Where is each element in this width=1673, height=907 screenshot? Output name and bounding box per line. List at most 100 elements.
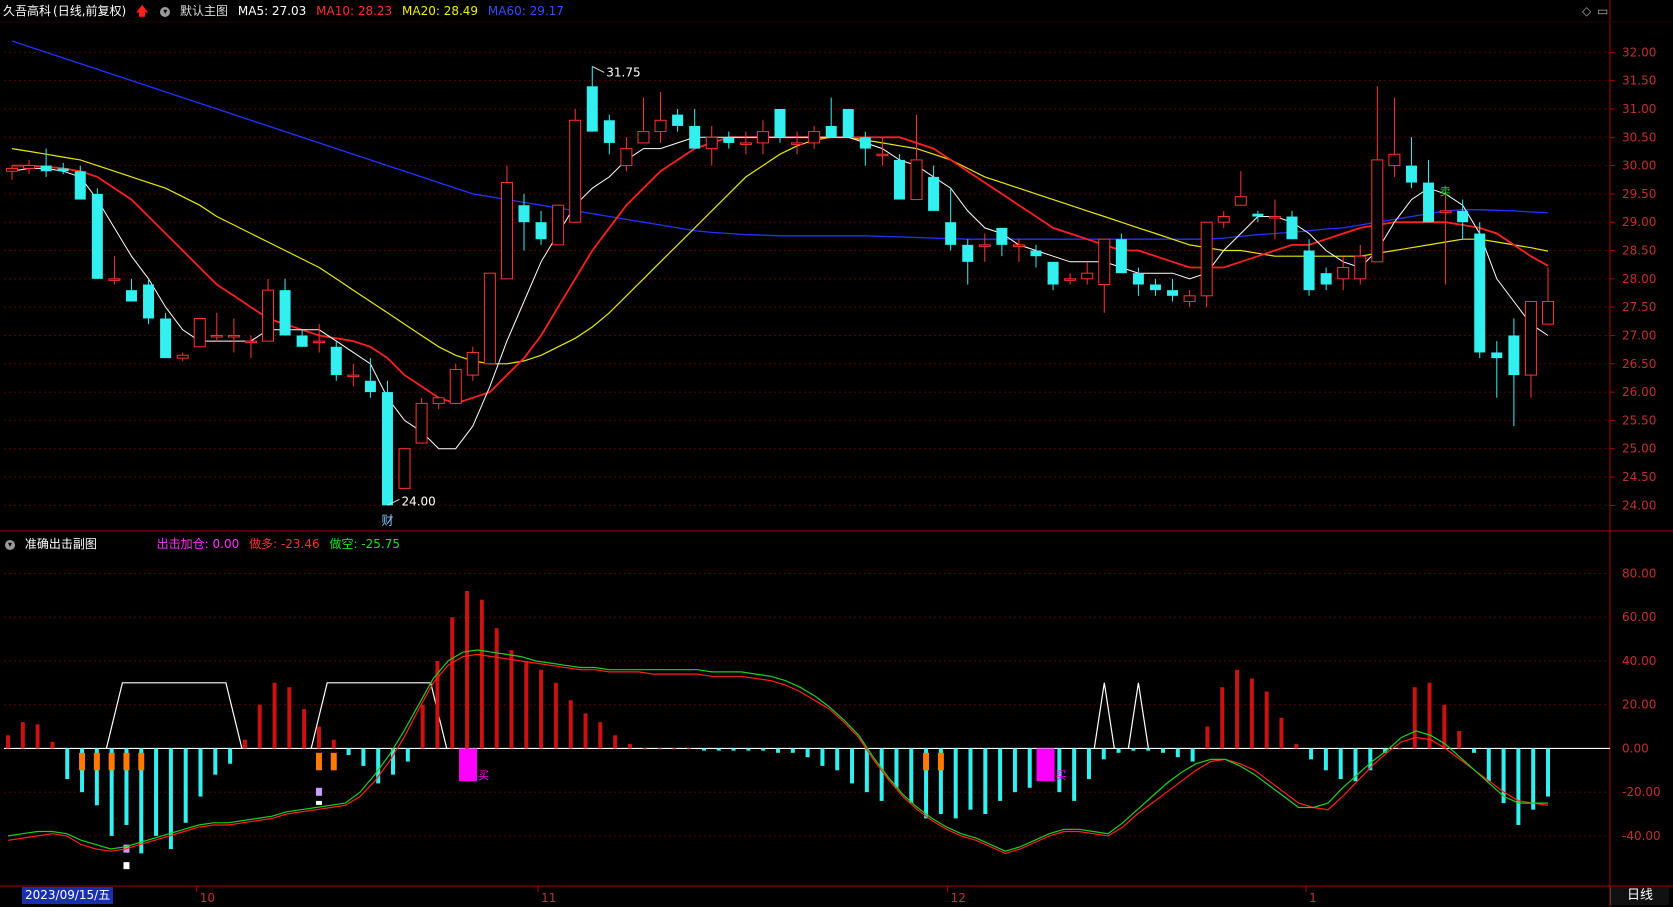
candle-body-down: [1474, 233, 1486, 353]
sub-bar: [761, 748, 766, 751]
candle-body-down: [603, 120, 615, 143]
candle-body-down: [160, 318, 172, 359]
sub-bar: [731, 748, 736, 751]
candle-body-down: [364, 380, 376, 393]
sub-bar: [183, 748, 188, 823]
sub-bar: [1264, 691, 1269, 749]
candle-body-up: [466, 351, 479, 376]
candle-body-up: [1200, 221, 1213, 297]
sub-bar: [35, 724, 40, 749]
candle-body-up: [1098, 238, 1111, 285]
signal-step-line: [310, 682, 448, 749]
high-label: 31.75: [606, 65, 640, 79]
sub-bar: [198, 748, 203, 797]
candle-body-down: [91, 193, 103, 279]
signal-peak-line: [1127, 682, 1149, 749]
candle-body-up: [193, 317, 206, 348]
sub-orange-marker: [138, 752, 145, 771]
sub-bar: [657, 748, 662, 750]
candle-body-up: [1542, 300, 1554, 325]
sub-bar: [701, 748, 706, 751]
candle-body-down: [57, 168, 69, 172]
candle-body-up: [262, 289, 274, 342]
sub-bar: [1279, 717, 1284, 749]
sub-orange-marker: [123, 752, 130, 771]
period-tab[interactable]: 日线: [1610, 887, 1669, 905]
sub-bar: [1531, 748, 1536, 810]
sub-y-tick-label: 40.00: [1622, 654, 1656, 668]
candle-body-up: [6, 167, 18, 172]
candle-body-down: [1303, 250, 1315, 291]
candle-body-down: [1320, 273, 1332, 285]
sub-y-tick-label: -40.00: [1622, 829, 1661, 843]
sub-bar: [1412, 687, 1417, 749]
sub-orange-marker: [315, 752, 322, 771]
y-tick-label: 25.00: [1622, 442, 1656, 456]
candle-body-up: [1337, 267, 1350, 280]
candle-body-down: [996, 227, 1008, 245]
y-tick-label: 32.00: [1622, 45, 1656, 59]
sub-bar: [228, 748, 233, 764]
candle-body-down: [279, 290, 291, 336]
high-pointer: [592, 66, 605, 73]
candle-body-down: [1423, 182, 1435, 223]
sub-bar: [1220, 687, 1225, 749]
y-tick-label: 26.00: [1622, 385, 1656, 399]
cursor-date: 2023/09/15/五: [22, 887, 114, 904]
sub-orange-marker: [79, 752, 86, 771]
candle-body-up: [23, 165, 36, 169]
sub-bar: [272, 682, 277, 749]
candle-body-up: [347, 374, 360, 378]
candle-body-down: [689, 125, 701, 149]
sub-orange-marker: [937, 752, 944, 771]
ma5-line: [11, 136, 1549, 450]
candle-body-up: [176, 354, 189, 359]
sub-bar: [613, 735, 618, 749]
y-tick-label: 28.50: [1622, 244, 1656, 258]
candle-body-up: [756, 131, 769, 144]
sub-bar: [1457, 730, 1462, 749]
candle-body-down: [1491, 352, 1503, 359]
sub-y-tick-label: 20.00: [1622, 698, 1656, 712]
sub-bar: [790, 748, 795, 753]
sub-bar: [1294, 744, 1299, 749]
sub-bar: [1471, 748, 1476, 753]
sub-bar: [405, 748, 410, 762]
sub-orange-marker: [93, 752, 100, 771]
candle-body-up: [108, 278, 121, 281]
sub-bar: [805, 748, 810, 758]
sub-bar: [850, 748, 855, 784]
candle-body-up: [1388, 153, 1401, 167]
candle-body-up: [978, 244, 991, 247]
sub-bar: [1442, 704, 1447, 749]
candle-body-up: [432, 397, 445, 404]
candle-body-up: [910, 159, 923, 201]
sub-orange-marker: [108, 752, 115, 771]
sub-bar: [65, 748, 70, 780]
sub-bar: [879, 748, 884, 801]
sub-y-tick-label: 80.00: [1622, 566, 1656, 580]
sub-bar: [1190, 748, 1195, 762]
sub-bar: [1235, 669, 1240, 749]
buy-label: 买: [1056, 769, 1067, 782]
candle-body-up: [313, 340, 326, 344]
sub-bar: [1175, 748, 1180, 758]
sub-bar: [983, 748, 988, 815]
candle-body-down: [1508, 335, 1520, 376]
sub-bar: [1131, 748, 1136, 751]
candle-body-up: [808, 131, 821, 144]
sub-bar: [1397, 748, 1402, 750]
buy-block: [1036, 748, 1055, 782]
sub-bar: [687, 748, 692, 750]
y-tick-label: 27.00: [1622, 328, 1656, 342]
sub-bar: [642, 748, 647, 750]
candle-body-up: [1524, 300, 1537, 376]
kline-chart[interactable]: 32.00 31.50 31.00 30.50 30.00 29.50 29.00 28.50…: [0, 0, 1673, 907]
y-tick-label: 30.50: [1622, 130, 1656, 144]
sub-bar: [465, 590, 470, 749]
candle-body-down: [1252, 213, 1264, 217]
candle-body-up: [876, 153, 889, 157]
candle-body-down: [125, 290, 137, 302]
sub-bar: [479, 599, 484, 749]
sub-bar: [864, 748, 869, 793]
